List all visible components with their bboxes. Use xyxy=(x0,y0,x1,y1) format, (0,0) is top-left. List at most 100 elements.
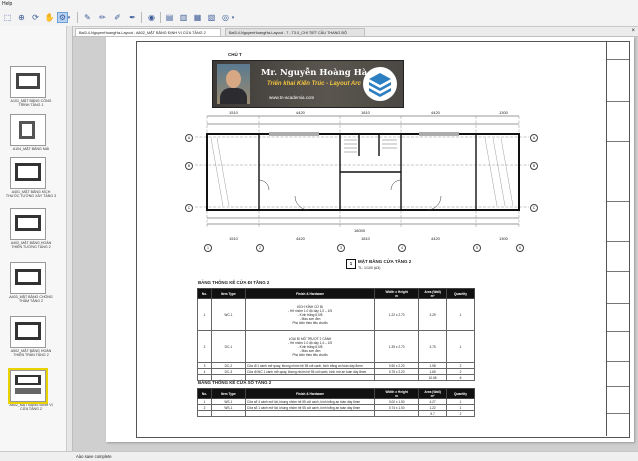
thumbnail-image xyxy=(10,114,46,146)
grid-bubble: A xyxy=(530,134,538,142)
zoom-icon[interactable]: ⊕ xyxy=(16,12,27,23)
thumbnail-label: A602_MẶT BẰNG ĐỊNH VỊ CỬA TẦNG 2 xyxy=(9,403,53,412)
dimension-label: 4420 xyxy=(296,236,305,241)
table-row: 1 WC-1 KÍCH KÍNH CỬ BỊ - Hệ nhôm 1.0 độ d… xyxy=(197,298,475,331)
column-header: No. xyxy=(197,288,212,299)
door-schedule-table: No. Item Type Finish & Hardware Width x … xyxy=(197,288,475,381)
sheet-thumbnail-panel: A101_MẶT BẰNG CÔNG TRÌNH TẦNG 1 A104_MẶT… xyxy=(0,26,73,451)
partial-label: CHỦ T xyxy=(228,52,242,57)
avatar xyxy=(217,64,250,104)
rotate-icon[interactable]: ⟳ xyxy=(30,12,41,23)
thumbnail-image xyxy=(10,157,46,189)
dimension-label: 1810 xyxy=(361,236,370,241)
thumbnail-image xyxy=(8,368,48,404)
dimension-label: 1300 xyxy=(499,110,508,115)
table-total-row: 5.7 2 xyxy=(197,410,475,417)
view-number: 1 xyxy=(346,259,356,269)
dimension-label: 1300 xyxy=(499,236,508,241)
column-header: No. xyxy=(197,388,212,399)
menu-bar: Help xyxy=(0,0,638,9)
status-text: Aào save complete xyxy=(76,454,112,459)
tab-t30[interactable]: Bai3.4-NguyenHoangHa-Layout - 7 - T3.0_C… xyxy=(225,28,365,36)
column-header: Finish & Hardware xyxy=(244,288,376,299)
record-icon[interactable]: ◉ xyxy=(146,12,157,23)
close-icon[interactable]: × xyxy=(631,27,635,36)
window-schedule-table: No. Item Type Finish & Hardware Width x … xyxy=(197,388,475,417)
grid-bubble: 5 xyxy=(473,244,481,252)
author-banner: Mr. Nguyễn Hoàng Hà Triển khai Kiến Trúc… xyxy=(212,60,404,108)
thumbnail-image xyxy=(10,66,46,98)
dimension-label: 4420 xyxy=(296,110,305,115)
brush-icon[interactable]: ✐ xyxy=(112,12,123,23)
sidebar-scrollbar[interactable] xyxy=(66,26,72,451)
page-icon[interactable]: ▤ xyxy=(164,12,175,23)
dimension-label: 1810 xyxy=(361,110,370,115)
sheet-thumbnail[interactable]: A403_MẶT BẰNG CHỐNG THẤM TẦNG 2 xyxy=(5,262,61,304)
grid-bubble: C xyxy=(185,204,193,212)
grid-bubble: 2 xyxy=(256,244,264,252)
grid-bubble: 1 xyxy=(204,244,212,252)
grid-bubble: B xyxy=(185,162,193,170)
title-block xyxy=(606,41,629,436)
banner-url: www.tn-academia.com xyxy=(269,95,315,100)
document-tabs: Bai3.4-NguyenHoangHa-Layout - A602_MẶT B… xyxy=(73,27,638,37)
page-icon[interactable]: ▥ xyxy=(178,12,189,23)
column-header: Item Type xyxy=(210,388,246,399)
window-schedule-title: BẢNG THỐNG KÊ CỬA SỔ TẦNG 2 xyxy=(198,380,272,385)
table-header-row: No. Item Type Finish & Hardware Width x … xyxy=(197,388,475,399)
thumbnail-label: A402_MẶT BẰNG HOÀN THIỆN TƯỜNG TẦNG 2 xyxy=(10,241,52,250)
column-header: Width x Height m xyxy=(374,388,420,399)
sheet-thumbnail[interactable]: A101_MẶT BẰNG CÔNG TRÌNH TẦNG 1 xyxy=(5,66,61,108)
column-header: Area (Wall) m² xyxy=(418,388,448,399)
thumbnail-image xyxy=(10,262,46,294)
dropdown-icon[interactable]: ▾ xyxy=(66,12,72,23)
table-header-row: No. Item Type Finish & Hardware Width x … xyxy=(197,288,475,299)
pen-icon[interactable]: ✎ xyxy=(82,12,93,23)
grid-bubble: B xyxy=(530,162,538,170)
tab-a602[interactable]: Bai3.4-NguyenHoangHa-Layout - A602_MẶT B… xyxy=(75,28,221,36)
door-schedule-title: BẢNG THỐNG KÊ CỬA ĐI TẦNG 2 xyxy=(198,280,270,285)
grid-bubble: A xyxy=(185,134,193,142)
page-icon[interactable]: ▦ xyxy=(192,12,203,23)
page-icon[interactable]: ▧ xyxy=(206,12,217,23)
column-header: Width x Height m xyxy=(374,288,420,299)
floor-plan-drawing xyxy=(195,115,529,228)
column-header: Quantity xyxy=(446,288,475,299)
dimension-label: 1510 xyxy=(229,236,238,241)
lasso-icon[interactable]: ⬚ xyxy=(2,12,13,23)
view-caption: MẶT BẰNG CỬA TẦNG 2 xyxy=(358,259,412,264)
view-scale: TL: 1/100 (A3) xyxy=(358,266,381,270)
sheet-thumbnail[interactable]: A502_MẶT BẰNG HOÀN THIỆN TRẦN TẦNG 2 xyxy=(5,316,61,358)
thumbnail-label: A104_MẶT BẰNG MÁI xyxy=(12,147,50,151)
column-header: Quantity xyxy=(446,388,475,399)
sheet-thumbnail[interactable]: A104_MẶT BẰNG MÁI xyxy=(5,114,61,151)
column-header: Item Type xyxy=(210,288,246,299)
thumbnail-label: A401_MẶT BẰNG KÍCH THƯỚC TƯỜNG XÂY TẦNG … xyxy=(5,190,57,199)
grid-bubble: 3 xyxy=(337,244,345,252)
drawing-canvas[interactable]: CHỦ T 1510 4420 1810 4420 1300 1510 4420… xyxy=(73,37,638,451)
paint-icon[interactable]: ✒ xyxy=(127,12,138,23)
pointer-icon[interactable]: ✋ xyxy=(44,12,55,23)
banner-subtitle: Triển khai Kiến Trúc - Layout Arc xyxy=(267,81,361,87)
grid-bubble: C xyxy=(530,204,538,212)
dimension-label: 1510 xyxy=(229,110,238,115)
pencil-icon[interactable]: ✏ xyxy=(97,12,108,23)
column-header: Finish & Hardware xyxy=(244,388,376,399)
column-header: Area (Wall) m² xyxy=(418,288,448,299)
grid-bubble: 6 xyxy=(516,244,524,252)
toolbar: ⬚ ⊕ ⟳ ✋ ⚙ ▾ ✎ ✏ ✐ ✒ ◉ ▤ ▥ ▦ ▧ ◎ ▾ xyxy=(0,9,638,27)
dropdown-icon[interactable]: ▾ xyxy=(230,12,236,23)
table-row: 2 DC-1 LOẠI ĐI MỞ TRƯỢT 2 CÁNH - Hệ nhôm … xyxy=(197,330,475,363)
sheet-thumbnail[interactable]: A401_MẶT BẰNG KÍCH THƯỚC TƯỜNG XÂY TẦNG … xyxy=(5,157,61,199)
banner-name: Mr. Nguyễn Hoàng Hà xyxy=(261,68,368,78)
sheet-thumbnail-selected[interactable]: A602_MẶT BẰNG ĐỊNH VỊ CỬA TẦNG 2 xyxy=(5,368,61,412)
dimension-label: 4420 xyxy=(431,110,440,115)
sheet-thumbnail[interactable]: A402_MẶT BẰNG HOÀN THIỆN TƯỜNG TẦNG 2 xyxy=(5,208,61,250)
grid-bubble: 4 xyxy=(398,244,406,252)
menu-help[interactable]: Help xyxy=(2,1,12,7)
total-dimension-label: 18000 xyxy=(354,228,366,233)
thumbnail-image xyxy=(10,208,46,240)
layers-logo-icon xyxy=(363,67,397,101)
thumbnail-label: A502_MẶT BẰNG HOÀN THIỆN TRẦN TẦNG 2 xyxy=(10,349,52,358)
thumbnail-image xyxy=(10,316,46,348)
